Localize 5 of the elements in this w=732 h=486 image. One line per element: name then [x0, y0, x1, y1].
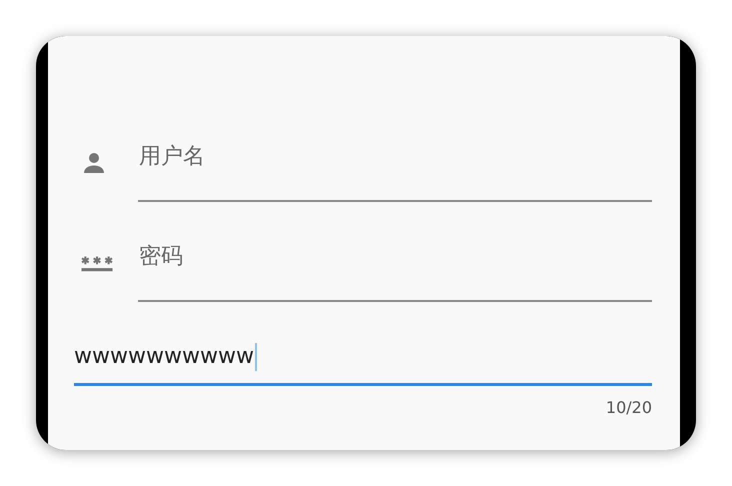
- input-field[interactable]: 用户名: [138, 136, 652, 202]
- character-counter: 10/20: [606, 398, 652, 417]
- text-cursor: [254, 342, 257, 370]
- input-field[interactable]: 密码: [138, 236, 652, 302]
- input-field[interactable]: wwwwwwwwww: [74, 336, 652, 386]
